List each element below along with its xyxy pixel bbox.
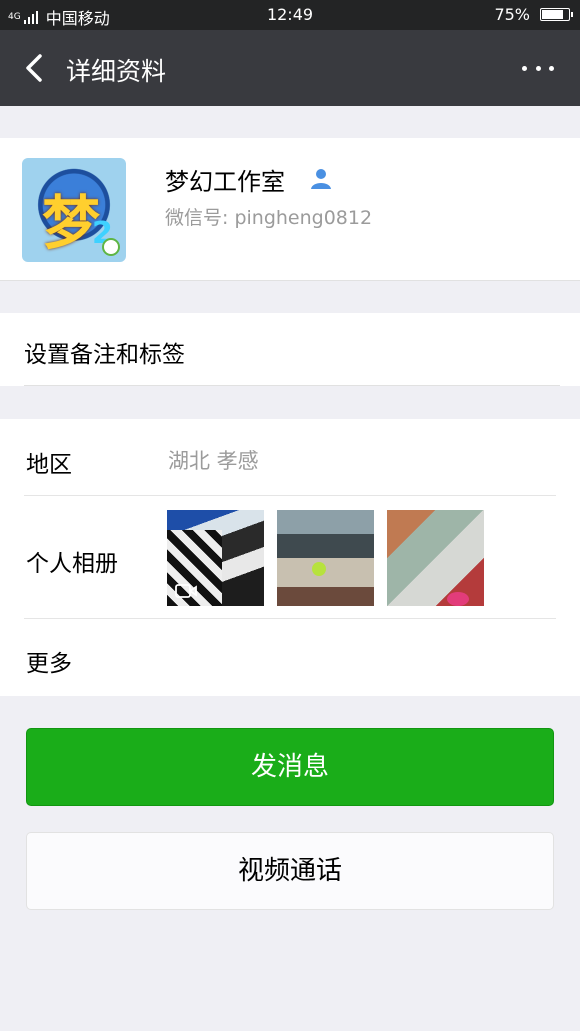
more-label[interactable]: 更多 [26,644,72,678]
status-time: 12:49 [266,5,314,24]
battery-fill [542,10,563,19]
video-camera-icon [175,584,197,598]
more-dots-icon[interactable] [522,60,554,76]
avatar[interactable]: 梦 2 [22,158,126,262]
gamepad-badge-icon [102,238,120,256]
status-bar: 4G 中国移动 12:49 75% [0,0,580,30]
album-thumbnail[interactable] [277,510,374,606]
back-icon[interactable] [20,52,50,84]
remark-label: 设置备注和标签 [24,342,185,368]
album-thumbnail[interactable] [387,510,484,606]
divider [24,618,556,619]
send-message-button[interactable]: 发消息 [26,728,554,806]
page-title: 详细资料 [66,57,167,86]
video-call-button[interactable]: 视频通话 [26,832,554,910]
remark-row[interactable]: 设置备注和标签 [0,313,580,386]
region-label: 地区 [26,452,72,478]
album-thumbnail[interactable] [167,510,264,606]
divider [24,495,556,496]
battery-icon [540,8,573,21]
battery-percent: 75% [494,5,530,24]
person-verified-icon [311,169,331,189]
profile-name: 梦幻工作室 [165,168,285,196]
info-card: 地区 湖北 孝感 个人相册 更多 [0,419,580,696]
nav-bar: 详细资料 [0,30,580,106]
region-value: 湖北 孝感 [168,449,259,473]
album-label: 个人相册 [26,551,118,577]
divider [24,385,560,386]
wechat-id: 微信号: pingheng0812 [165,207,373,229]
